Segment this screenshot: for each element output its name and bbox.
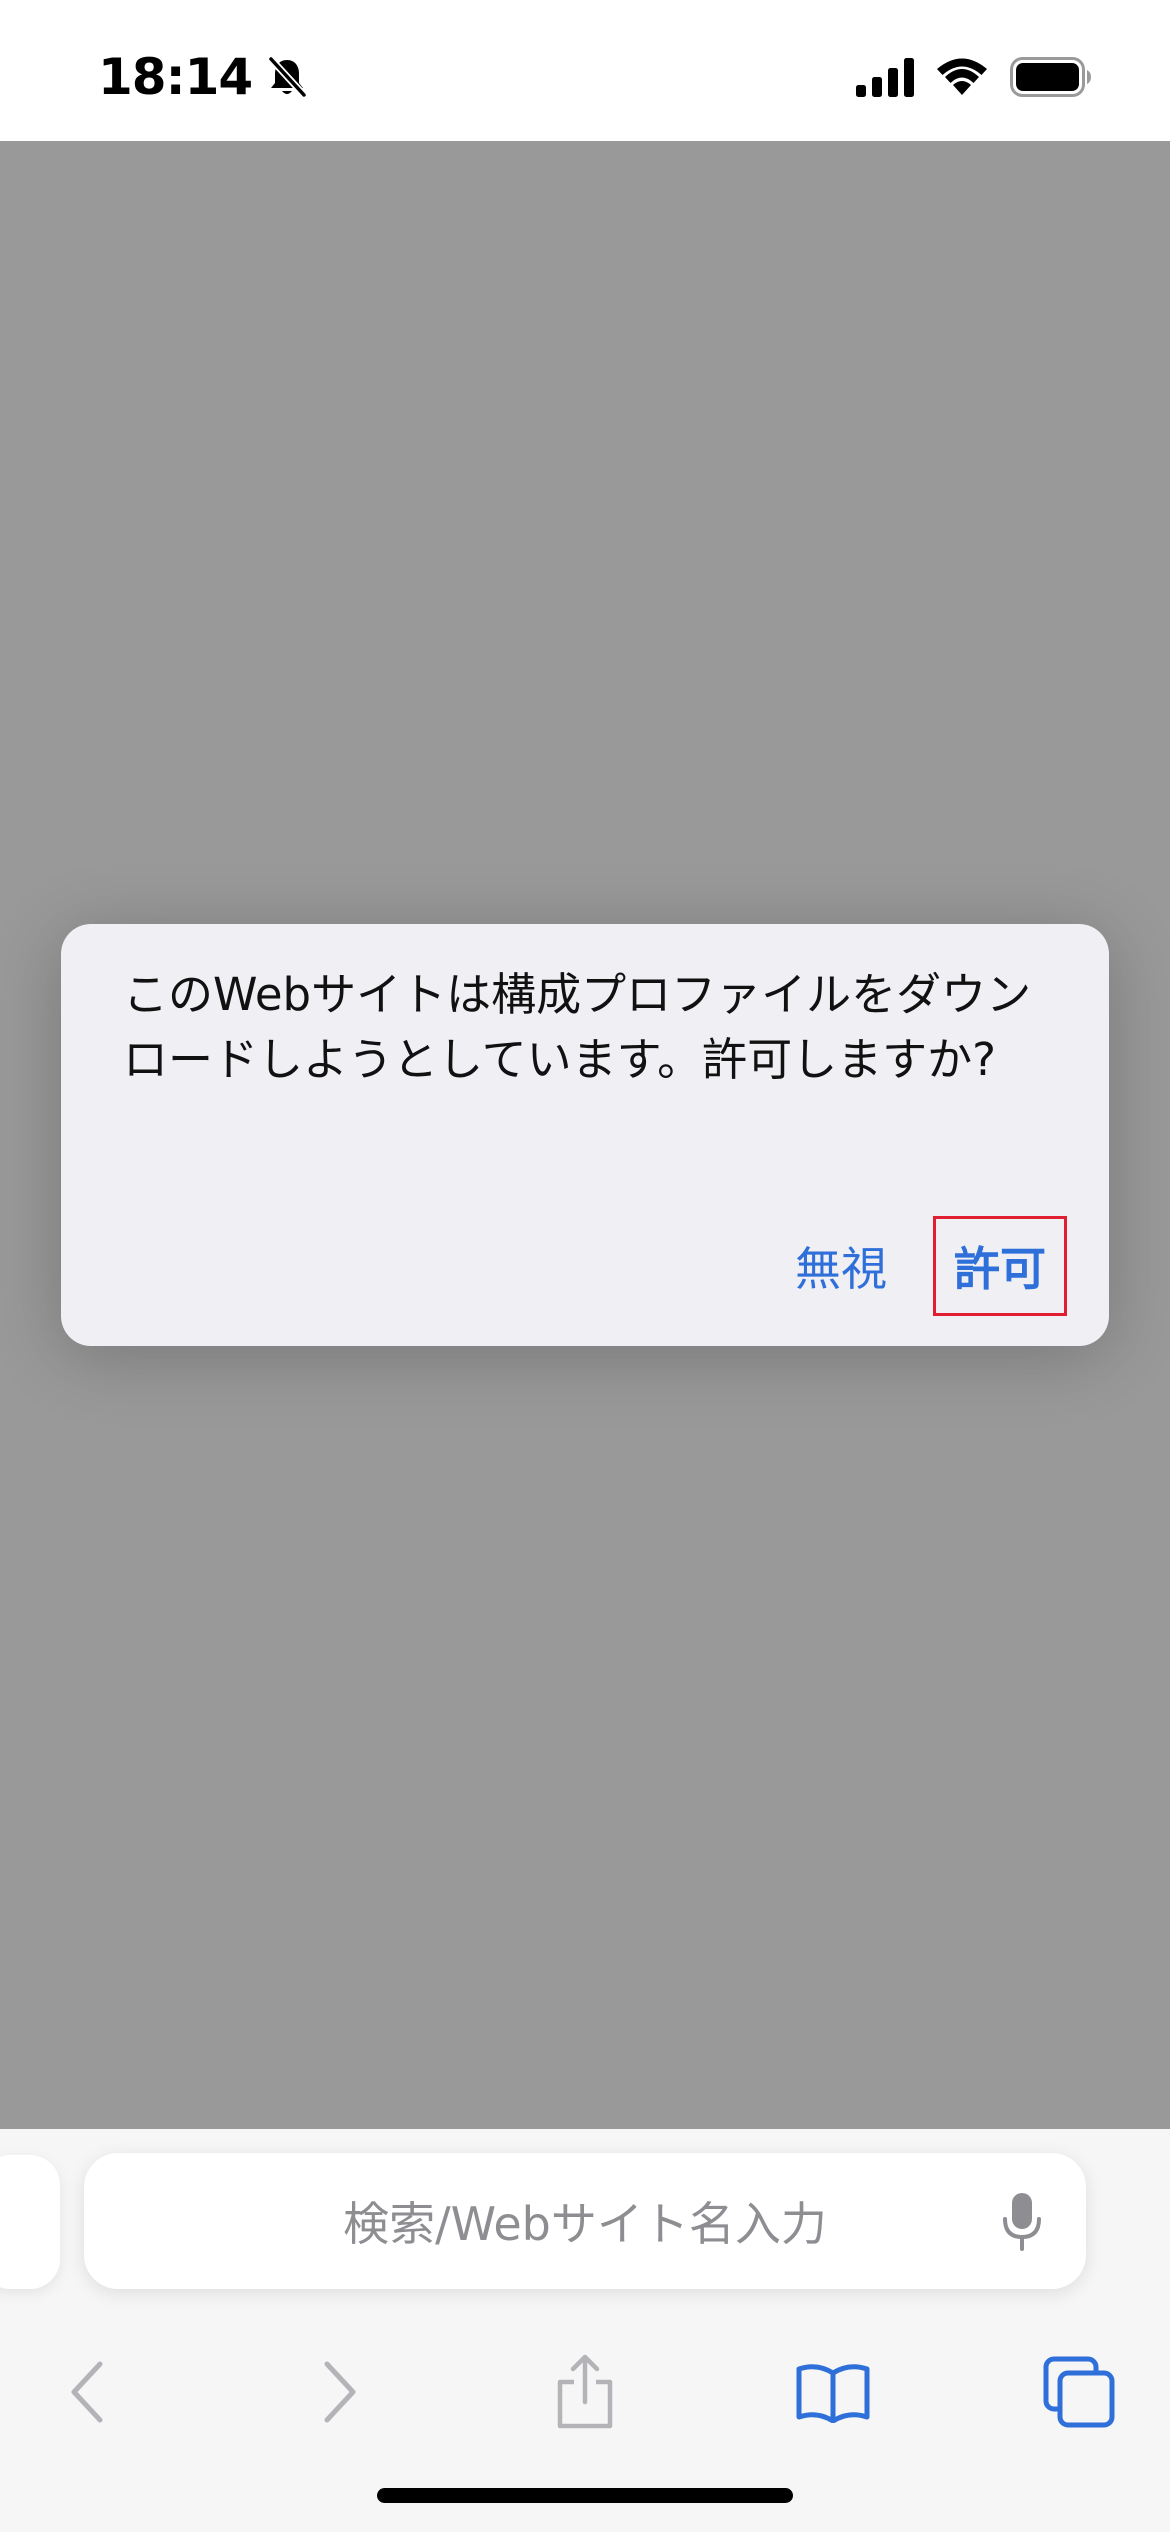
address-bar[interactable]: 検索/Webサイト名入力 [84, 2153, 1086, 2289]
previous-tab-peek[interactable] [0, 2155, 60, 2289]
status-bar: 18:14 [0, 0, 1170, 141]
tabs-button[interactable] [1004, 2319, 1154, 2465]
status-time: 18:14 [98, 48, 253, 106]
allow-button[interactable]: 許可 [933, 1216, 1067, 1316]
wifi-icon [937, 58, 987, 95]
safari-bottom-toolbar: 検索/Webサイト名入力 [0, 2129, 1170, 2532]
bell-slash-icon [267, 55, 308, 99]
tabs-icon [1043, 2356, 1115, 2428]
home-indicator[interactable] [377, 2488, 793, 2503]
download-profile-alert: このWebサイトは構成プロファイルをダウンロードしようとしています。許可しますか… [61, 924, 1109, 1346]
ignore-button[interactable]: 無視 [789, 1233, 893, 1299]
battery-icon [1010, 57, 1091, 97]
alert-message: このWebサイトは構成プロファイルをダウンロードしようとしています。許可しますか… [123, 968, 1032, 1086]
share-button[interactable] [510, 2319, 660, 2465]
status-indicators [856, 52, 1092, 102]
navigation-row [0, 2319, 1170, 2465]
forward-button[interactable] [264, 2319, 414, 2465]
bookmarks-button[interactable] [758, 2319, 908, 2465]
status-time-group: 18:14 [98, 42, 310, 112]
bookmarks-icon [796, 2364, 870, 2423]
address-placeholder: 検索/Webサイト名入力 [343, 2197, 827, 2251]
forward-icon [324, 2361, 356, 2423]
back-icon [71, 2361, 103, 2423]
share-icon [557, 2354, 613, 2429]
alert-actions: 無視 許可 [789, 1216, 1067, 1316]
microphone-icon[interactable] [1002, 2193, 1042, 2251]
back-button[interactable] [13, 2319, 163, 2465]
cellular-signal-icon [856, 58, 914, 97]
